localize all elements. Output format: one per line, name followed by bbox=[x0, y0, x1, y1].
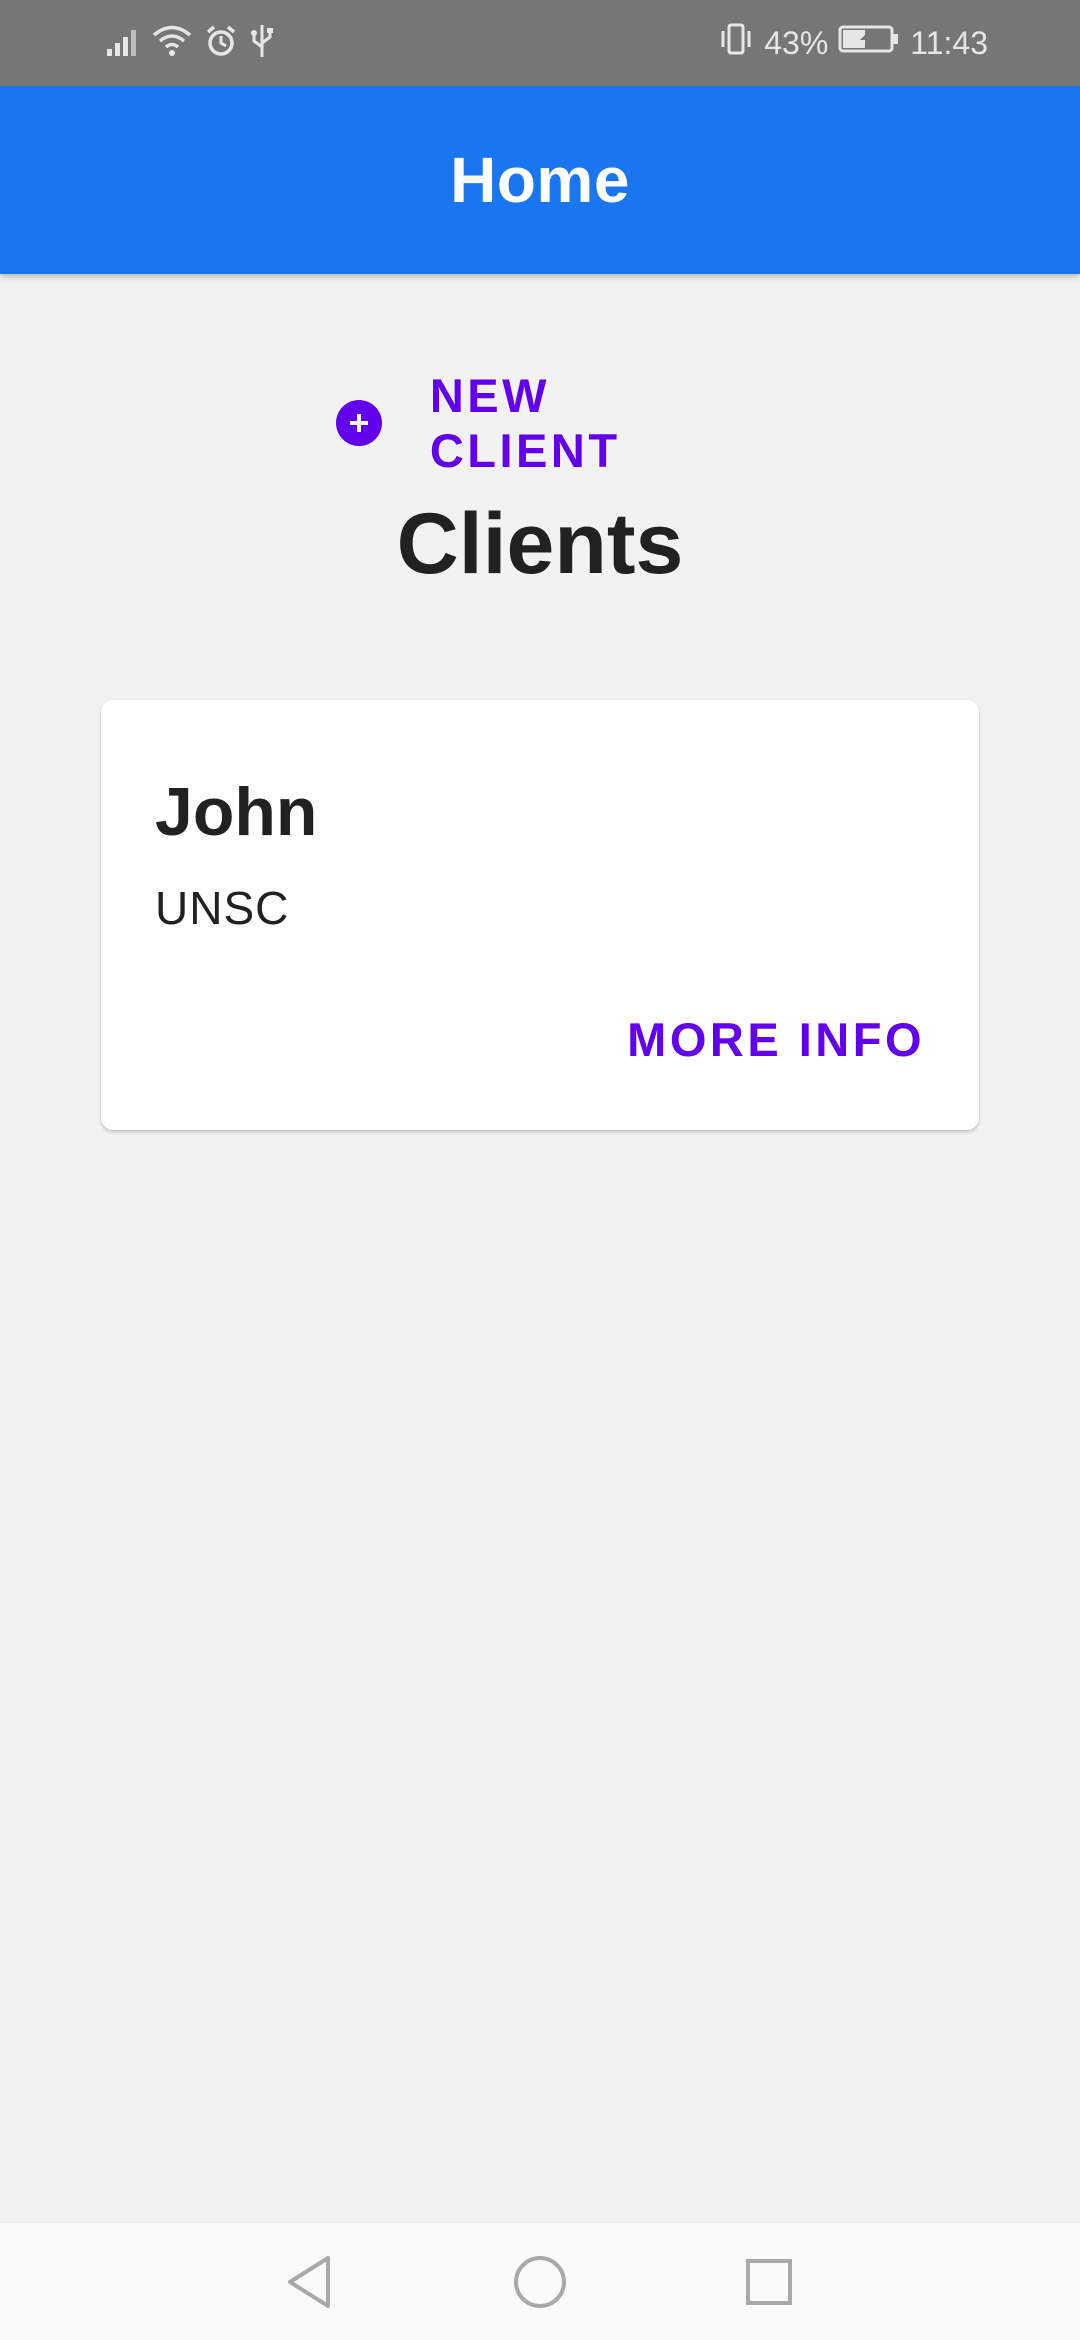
client-card: John UNSC MORE INFO bbox=[101, 700, 979, 1130]
status-bar: 43% 11:43 bbox=[0, 0, 1080, 86]
app-title: Home bbox=[450, 144, 630, 216]
status-left-icons bbox=[106, 22, 274, 64]
battery-charging-icon bbox=[838, 24, 900, 62]
system-nav-bar bbox=[0, 2222, 1080, 2340]
battery-percent: 43% bbox=[764, 25, 829, 61]
new-client-button[interactable]: NEW CLIENT bbox=[324, 369, 756, 477]
app-bar: Home bbox=[0, 86, 1080, 274]
vibrate-icon bbox=[718, 22, 754, 64]
client-name: John bbox=[155, 774, 318, 850]
more-info-button[interactable]: MORE INFO bbox=[627, 1008, 925, 1072]
clock: 11:43 bbox=[910, 25, 988, 61]
client-company: UNSC bbox=[155, 882, 290, 934]
wifi-icon bbox=[152, 24, 192, 63]
screen: 43% 11:43 Home NEW CLIENT Clients John U… bbox=[0, 0, 1080, 2340]
section-title: Clients bbox=[396, 496, 684, 592]
add-circle-icon bbox=[336, 400, 382, 446]
new-client-label: NEW CLIENT bbox=[429, 369, 621, 477]
usb-icon bbox=[250, 23, 274, 64]
alarm-icon bbox=[204, 24, 238, 63]
back-icon[interactable] bbox=[274, 2247, 344, 2317]
recents-icon[interactable] bbox=[734, 2247, 804, 2317]
home-icon[interactable] bbox=[505, 2247, 575, 2317]
signal-icon bbox=[106, 25, 140, 62]
status-right: 43% 11:43 bbox=[718, 22, 988, 64]
